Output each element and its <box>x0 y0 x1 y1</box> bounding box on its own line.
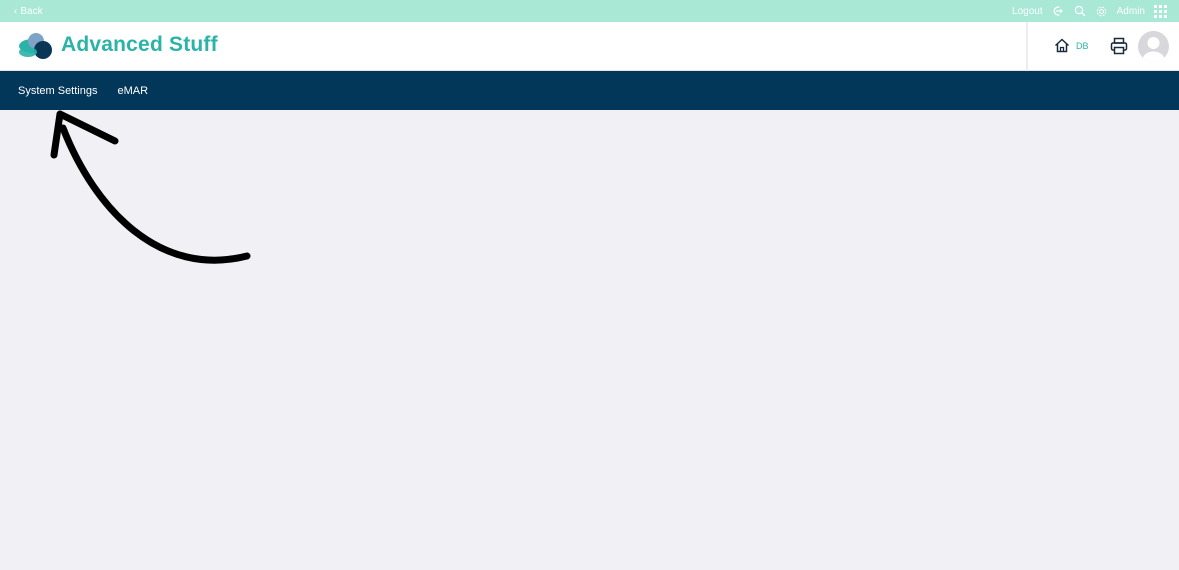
chevron-left-icon: ‹ <box>14 5 18 17</box>
logout-icon[interactable] <box>1051 4 1065 18</box>
avatar-icon <box>1142 37 1165 62</box>
brand-logo-icon <box>19 33 52 59</box>
main-content <box>0 110 1179 570</box>
user-menu[interactable]: Admin <box>1117 6 1145 17</box>
nav-item-emar[interactable]: eMAR <box>117 85 148 97</box>
brand-name: Advanced Stuff <box>61 33 218 56</box>
top-bar-actions: Logout Admin <box>1012 4 1167 18</box>
home-button[interactable]: DB <box>1054 38 1089 53</box>
app-header: Advanced Stuff DB <box>0 22 1179 71</box>
back-link[interactable]: ‹ Back <box>14 6 43 17</box>
home-badge: DB <box>1076 40 1089 51</box>
header-divider <box>1026 22 1028 71</box>
nav-item-system-settings[interactable]: System Settings <box>18 85 97 97</box>
back-label: Back <box>20 5 43 17</box>
top-bar: ‹ Back Logout Admin <box>0 0 1179 22</box>
logout-link[interactable]: Logout <box>1012 6 1043 17</box>
apps-grid-icon[interactable] <box>1153 4 1167 18</box>
search-icon[interactable] <box>1073 4 1087 18</box>
gear-icon[interactable] <box>1095 4 1109 18</box>
printer-icon[interactable] <box>1110 37 1128 55</box>
avatar[interactable] <box>1138 31 1169 62</box>
home-icon <box>1054 38 1070 53</box>
main-nav: System Settings eMAR <box>0 71 1179 110</box>
